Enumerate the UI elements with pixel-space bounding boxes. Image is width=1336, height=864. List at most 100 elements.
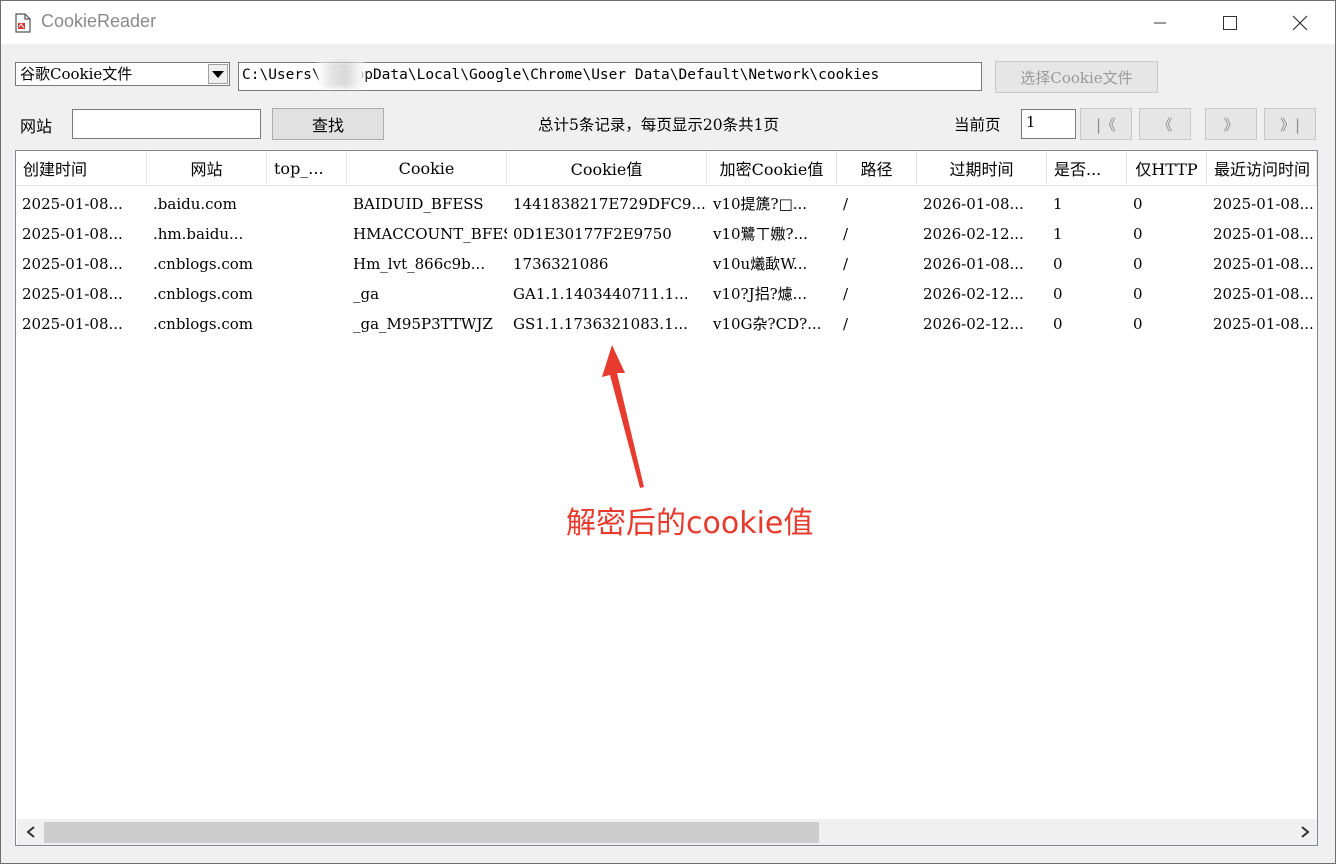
column-header-expire-time[interactable]: 过期时间 [917,151,1047,186]
table-cell: Hm_lvt_866c9b... [353,255,486,273]
table-cell: 2025-01-08... [22,225,123,243]
prev-page-button[interactable]: 《 [1139,108,1191,140]
dropdown-button[interactable] [208,64,228,84]
annotation-text: 解密后的cookie值 [566,506,814,541]
table-cell: 0 [1053,315,1063,333]
app-icon [15,13,31,33]
table-cell: 2025-01-08... [22,315,123,333]
table-cell: 2025-01-08... [1213,225,1314,243]
table-cell: / [843,315,849,333]
column-header-created-time[interactable]: 创建时间 [16,151,147,186]
current-page-input[interactable]: 1 [1021,109,1076,139]
column-header-last-access[interactable]: 最近访问时间 [1207,151,1317,186]
table-cell: / [843,255,849,273]
annotation-arrow-icon [602,345,644,488]
table-cell: v10提篪?□... [713,195,808,213]
column-header-site[interactable]: 网站 [147,151,267,186]
column-header-path[interactable]: 路径 [837,151,917,186]
table-cell: / [843,285,849,303]
table-cell: 1441838217E729DFC9... [513,195,706,213]
minimize-button[interactable] [1125,2,1195,44]
browser-select[interactable]: 谷歌Cookie文件 [15,62,230,86]
table-cell: 0 [1133,315,1143,333]
table-cell: 0 [1133,195,1143,213]
table-cell: BAIDUID_BFESS [353,195,484,213]
table-cell: _ga_M95P3TTWJZ [353,315,493,333]
table-cell: .cnblogs.com [153,285,253,303]
table-cell [267,309,347,339]
table-cell: 1 [1053,225,1063,243]
scroll-right-button[interactable] [1291,819,1317,845]
table-cell: 1736321086 [513,255,609,273]
table-cell: 2025-01-08... [1213,195,1314,213]
table-row[interactable]: 2025-01-08... .baidu.com BAIDUID_BFESS 1441… [16,189,1317,219]
table-cell [267,249,347,279]
table-cell: _ga [353,285,380,303]
table-cell: 0D1E30177F2E9750 [513,225,672,243]
table-cell: 2025-01-08... [22,285,123,303]
table-cell [267,219,347,249]
table-cell: 2026-01-08... [923,195,1024,213]
table-cell: GA1.1.1403440711.1... [513,285,689,303]
table-row[interactable]: 2025-01-08... .cnblogs.com _ga GA1.1.140344… [16,279,1317,309]
table-row[interactable]: 2025-01-08... .hm.baidu... HMACCOUNT_BFESS… [16,219,1317,249]
column-header-cookie[interactable]: Cookie [347,151,507,186]
close-icon [1292,15,1308,31]
table-cell: GS1.1.1736321083.1... [513,315,688,333]
table-cell: 2025-01-08... [22,195,123,213]
table-cell: 0 [1133,225,1143,243]
table-cell: 2025-01-08... [1213,255,1314,273]
table-cell: / [843,225,849,243]
minimize-icon [1152,15,1168,31]
table-cell: .baidu.com [153,195,237,213]
table-cell: 2026-02-12... [923,225,1024,243]
table-row[interactable]: 2025-01-08... .cnblogs.com Hm_lvt_866c9b..… [16,249,1317,279]
table-cell: 0 [1053,285,1063,303]
chevron-down-icon [212,63,224,85]
table-cell: HMACCOUNT_BFESS [353,225,507,243]
table-cell: 0 [1133,285,1143,303]
current-page-label: 当前页 [954,116,1001,134]
chevron-left-icon [25,823,36,842]
column-header-is[interactable]: 是否... [1047,151,1127,186]
title-bar: CookieReader [1,1,1335,44]
find-button[interactable]: 查找 [272,108,384,140]
table-cell: .cnblogs.com [153,255,253,273]
table-cell: 0 [1053,255,1063,273]
site-label: 网站 [20,117,53,136]
scrollbar-thumb[interactable] [44,822,819,843]
horizontal-scrollbar[interactable] [17,819,1317,845]
select-cookie-file-button[interactable]: 选择Cookie文件 [995,61,1158,93]
table-row[interactable]: 2025-01-08... .cnblogs.com _ga_M95P3TTWJZ G… [16,309,1317,339]
browser-select-value: 谷歌Cookie文件 [20,65,133,83]
column-header-top[interactable]: top_... [267,151,347,186]
table-cell: 1 [1053,195,1063,213]
chevron-right-icon [1300,823,1310,842]
table-cell: v10G杂?CD?... [713,315,822,333]
next-page-button[interactable]: 》 [1205,108,1257,140]
table-cell [267,279,347,309]
window-title: CookieReader [41,11,157,31]
site-search-input[interactable] [72,109,261,139]
column-header-cookie-value[interactable]: Cookie值 [507,151,707,186]
table-cell: 2026-02-12... [923,315,1024,333]
table-cell: 0 [1133,255,1143,273]
table-cell: .hm.baidu... [153,225,244,243]
table-cell: / [843,195,849,213]
table-cell: 2026-02-12... [923,285,1024,303]
scroll-left-button[interactable] [17,819,44,845]
table-cell: 2026-01-08... [923,255,1024,273]
table-cell: 2025-01-08... [22,255,123,273]
first-page-button[interactable]: |《 [1080,108,1132,140]
maximize-button[interactable] [1195,2,1265,44]
close-button[interactable] [1265,2,1335,44]
table-cell: v10鷺ㄒ嫐?... [713,225,808,243]
column-header-http-only[interactable]: 仅HTTP [1127,151,1207,186]
record-summary: 总计5条记录，每页显示20条共1页 [538,116,779,134]
column-header-encrypted-value[interactable]: 加密Cookie值 [707,151,837,186]
table-cell: 2025-01-08... [1213,315,1314,333]
last-page-button[interactable]: 》| [1264,108,1316,140]
table-cell [267,189,347,219]
redacted-username-blur [318,62,364,88]
maximize-icon [1222,15,1238,31]
